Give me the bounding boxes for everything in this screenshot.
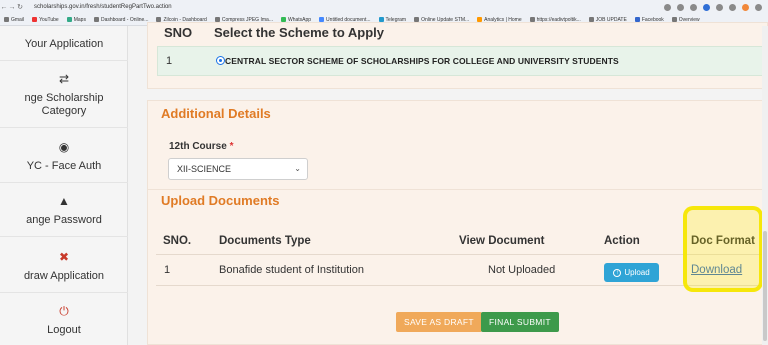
additional-details-panel: Additional Details 12th Course * XII-SCI… [147,100,768,192]
bookmark-item[interactable]: Dashboard - Online... [93,17,148,23]
upload-button[interactable]: ↑ Upload [604,263,659,282]
scheme-name: CENTRAL SECTOR SCHEME OF SCHOLARSHIPS FO… [225,56,619,66]
lock-icon: ▲ [58,194,70,208]
extension-icon[interactable] [664,3,671,11]
sidebar-item-change-scholarship[interactable]: ⇄ nge Scholarship Category [0,72,128,118]
withdraw-icon: ✖ [58,250,70,264]
scheme-panel: SNO Select the Scheme to Apply 1 CENTRAL… [147,22,768,89]
column-header-sno: SNO. [163,235,192,247]
menu-icon[interactable] [755,3,762,11]
additional-details-title: Additional Details [161,106,271,121]
table-divider [156,254,768,255]
url-text[interactable]: scholarships.gov.in/fresh/studentRegPart… [34,4,172,10]
sidebar-item-withdraw-application[interactable]: ✖ draw Application [0,250,128,283]
sidebar-item-label: Category [41,105,87,117]
row-view-document: Not Uploaded [488,264,556,276]
sidebar-item-label: Your Application [24,38,104,50]
sidebar-item-logout[interactable]: ⏻ Logout [0,304,128,337]
final-submit-button[interactable]: FINAL SUBMIT [481,312,559,332]
sidebar-item-your-application[interactable]: Your Application [0,38,128,51]
sidebar-item-label: Logout [47,324,81,336]
sidebar: Your Application ⇄ nge Scholarship Categ… [0,26,128,345]
bookmark-icon [93,17,99,22]
star-icon[interactable] [690,3,697,11]
back-icon[interactable]: ← [0,4,8,11]
bookmark-item[interactable]: Gmail [4,17,24,23]
sidebar-divider [0,236,128,237]
maps-icon [66,17,72,22]
face-auth-icon: ◉ [58,140,70,154]
row-document-type: Bonafide student of Institution [219,264,364,276]
scheme-row-number: 1 [166,55,173,67]
youtube-icon [32,17,38,22]
row-sno: 1 [164,264,171,276]
scheme-radio[interactable] [216,56,225,65]
profile-extension-icon[interactable] [703,3,710,11]
scheme-row[interactable]: 1 CENTRAL SECTOR SCHEME OF SCHOLARSHIPS … [157,46,768,76]
bookmark-item[interactable]: YouTube [32,17,59,23]
sidebar-item-face-auth[interactable]: ◉ YC - Face Auth [0,140,128,173]
chevron-down-icon: ⌄ [294,164,301,173]
forward-icon[interactable]: → [8,4,16,11]
bookmark-item[interactable]: Maps [66,17,86,23]
avatar[interactable] [742,3,749,11]
marker-highlight [683,206,763,292]
course-label: 12th Course * [169,141,234,152]
puzzle-icon[interactable] [716,3,723,11]
scrollbar-thumb[interactable] [763,231,767,341]
course-select-value: XII-SCIENCE [177,164,232,174]
sidebar-item-change-password[interactable]: ▲ ange Password [0,194,128,227]
upload-documents-title: Upload Documents [161,193,280,208]
sidebar-divider [0,182,128,183]
sidebar-item-label: draw Application [23,270,105,282]
column-header-action: Action [604,235,640,247]
browser-toolbar-icons [664,3,768,11]
sidebar-item-label: nge Scholarship [24,92,104,104]
required-mark: * [229,141,234,152]
upload-button-label: Upload [624,268,650,277]
main-content: SNO Select the Scheme to Apply 1 CENTRAL… [147,22,768,345]
course-select[interactable]: XII-SCIENCE ⌄ [168,158,308,180]
column-header-documents-type: Documents Type [219,235,311,247]
reload-icon[interactable]: ↻ [16,3,24,11]
sidebar-divider [0,60,128,61]
sidebar-divider [0,292,128,293]
screen: ← → ↻ scholarships.gov.in/fresh/studentR… [0,0,768,345]
sidebar-divider [0,127,128,128]
download-icon[interactable] [729,3,736,11]
sidebar-item-label: YC - Face Auth [26,160,102,172]
scrollbar[interactable] [762,26,768,345]
scheme-sno-header: SNO [164,25,193,40]
table-divider [156,285,768,286]
scheme-title-header: Select the Scheme to Apply [214,25,385,40]
browser-address-bar: ← → ↻ scholarships.gov.in/fresh/studentR… [0,0,768,14]
sidebar-item-label: ange Password [26,214,102,226]
upload-icon: ↑ [613,268,622,277]
power-icon: ⏻ [59,304,69,318]
gmail-icon [4,17,9,22]
swap-arrows-icon: ⇄ [58,72,70,86]
zoom-icon[interactable] [677,3,684,11]
column-header-view-document: View Document [459,235,545,247]
save-as-draft-button[interactable]: SAVE AS DRAFT [396,312,482,332]
